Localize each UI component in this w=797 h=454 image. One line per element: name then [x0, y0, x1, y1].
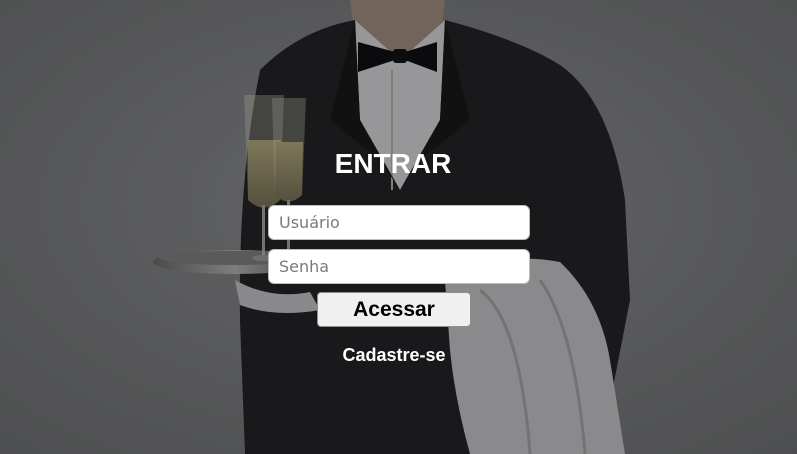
password-input[interactable]: [268, 249, 530, 284]
username-input[interactable]: [268, 205, 530, 240]
login-title: ENTRAR: [334, 148, 452, 179]
signup-link[interactable]: Cadastre-se: [300, 345, 488, 366]
login-submit-button[interactable]: Acessar: [317, 292, 471, 327]
login-page: ENTRAR Acessar Cadastre-se: [0, 0, 797, 454]
